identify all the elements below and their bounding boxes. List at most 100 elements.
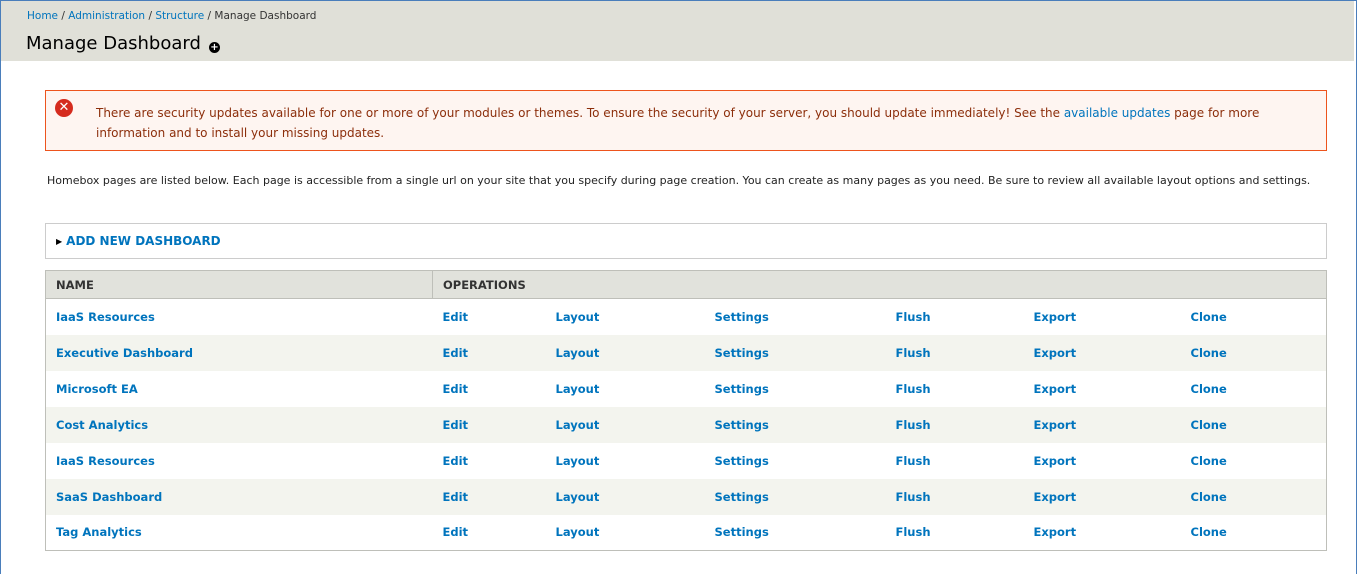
dashboard-name-link[interactable]: IaaS Resources bbox=[56, 310, 155, 324]
breadcrumb: Home / Administration / Structure / Mana… bbox=[27, 10, 316, 22]
clone-link[interactable]: Clone bbox=[1191, 346, 1227, 360]
operation-cell: Clone bbox=[1180, 442, 1327, 479]
dashboard-name-link[interactable]: SaaS Dashboard bbox=[56, 490, 162, 504]
breadcrumb-structure[interactable]: Structure bbox=[155, 10, 204, 22]
edit-link[interactable]: Edit bbox=[443, 346, 469, 360]
edit-link[interactable]: Edit bbox=[443, 382, 469, 396]
table-row: SaaS Dashboard Edit Layout Settings Flush Exp… bbox=[45, 478, 1327, 515]
breadcrumb-separator: / bbox=[207, 10, 212, 22]
operation-cell: Layout bbox=[545, 514, 705, 551]
add-new-dashboard-fieldset: ▶ ADD NEW DASHBOARD bbox=[45, 223, 1327, 259]
flush-link[interactable]: Flush bbox=[896, 490, 931, 504]
breadcrumb-separator: / bbox=[61, 10, 65, 22]
flush-link[interactable]: Flush bbox=[896, 525, 931, 539]
alert-text-before: There are security updates available for… bbox=[96, 106, 1064, 120]
operation-cell: Export bbox=[1023, 406, 1181, 443]
settings-link[interactable]: Settings bbox=[715, 346, 769, 360]
flush-link[interactable]: Flush bbox=[896, 418, 931, 432]
dashboard-name-cell: IaaS Resources bbox=[45, 298, 433, 335]
operation-cell: Clone bbox=[1180, 406, 1327, 443]
flush-link[interactable]: Flush bbox=[896, 454, 931, 468]
clone-link[interactable]: Clone bbox=[1191, 310, 1227, 324]
operation-cell: Clone bbox=[1180, 478, 1327, 515]
dashboard-table: NAME OPERATIONS IaaS Resources Edit Layout… bbox=[45, 270, 1327, 551]
operation-cell: Layout bbox=[545, 298, 705, 335]
export-link[interactable]: Export bbox=[1034, 525, 1077, 539]
dashboard-name-link[interactable]: Executive Dashboard bbox=[56, 346, 193, 360]
page-title: Manage Dashboard bbox=[26, 33, 201, 54]
operation-cell: Clone bbox=[1180, 370, 1327, 407]
operation-cell: Clone bbox=[1180, 334, 1327, 371]
flush-link[interactable]: Flush bbox=[896, 346, 931, 360]
layout-link[interactable]: Layout bbox=[556, 346, 600, 360]
settings-link[interactable]: Settings bbox=[715, 310, 769, 324]
operation-cell: Flush bbox=[885, 514, 1024, 551]
table-row: Microsoft EA Edit Layout Settings Flush Expor… bbox=[45, 370, 1327, 407]
settings-link[interactable]: Settings bbox=[715, 490, 769, 504]
clone-link[interactable]: Clone bbox=[1191, 525, 1227, 539]
layout-link[interactable]: Layout bbox=[556, 310, 600, 324]
layout-link[interactable]: Layout bbox=[556, 525, 600, 539]
operation-cell: Settings bbox=[704, 298, 886, 335]
settings-link[interactable]: Settings bbox=[715, 525, 769, 539]
edit-link[interactable]: Edit bbox=[443, 454, 469, 468]
export-link[interactable]: Export bbox=[1034, 454, 1077, 468]
dashboard-name-link[interactable]: Microsoft EA bbox=[56, 382, 138, 396]
operation-cell: Export bbox=[1023, 334, 1181, 371]
layout-link[interactable]: Layout bbox=[556, 454, 600, 468]
add-new-dashboard-toggle[interactable]: ▶ ADD NEW DASHBOARD bbox=[56, 234, 221, 248]
operation-cell: Export bbox=[1023, 298, 1181, 335]
export-link[interactable]: Export bbox=[1034, 310, 1077, 324]
clone-link[interactable]: Clone bbox=[1191, 382, 1227, 396]
operation-cell: Layout bbox=[545, 478, 705, 515]
export-link[interactable]: Export bbox=[1034, 490, 1077, 504]
clone-link[interactable]: Clone bbox=[1191, 418, 1227, 432]
edit-link[interactable]: Edit bbox=[443, 525, 469, 539]
settings-link[interactable]: Settings bbox=[715, 454, 769, 468]
add-shortcut-icon[interactable]: + bbox=[209, 42, 220, 53]
breadcrumb-administration[interactable]: Administration bbox=[68, 10, 145, 22]
clone-link[interactable]: Clone bbox=[1191, 490, 1227, 504]
dashboard-name-cell: Microsoft EA bbox=[45, 370, 433, 407]
collapse-triangle-icon: ▶ bbox=[56, 237, 63, 246]
operation-cell: Settings bbox=[704, 370, 886, 407]
operation-cell: Settings bbox=[704, 334, 886, 371]
operation-cell: Layout bbox=[545, 442, 705, 479]
table-row: Tag Analytics Edit Layout Settings Flush Expo… bbox=[45, 514, 1327, 551]
layout-link[interactable]: Layout bbox=[556, 490, 600, 504]
layout-link[interactable]: Layout bbox=[556, 418, 600, 432]
available-updates-link[interactable]: available updates bbox=[1064, 106, 1171, 120]
dashboard-name-cell: Tag Analytics bbox=[45, 514, 433, 551]
settings-link[interactable]: Settings bbox=[715, 382, 769, 396]
dashboard-name-link[interactable]: Tag Analytics bbox=[56, 525, 142, 539]
operation-cell: Flush bbox=[885, 370, 1024, 407]
column-header-operations: OPERATIONS bbox=[432, 270, 1327, 299]
edit-link[interactable]: Edit bbox=[443, 418, 469, 432]
edit-link[interactable]: Edit bbox=[443, 310, 469, 324]
breadcrumb-home[interactable]: Home bbox=[27, 10, 58, 22]
breadcrumb-separator: / bbox=[148, 10, 152, 22]
flush-link[interactable]: Flush bbox=[896, 382, 931, 396]
column-header-name: NAME bbox=[45, 270, 433, 299]
operation-cell: Flush bbox=[885, 478, 1024, 515]
operation-cell: Export bbox=[1023, 514, 1181, 551]
dashboard-name-link[interactable]: IaaS Resources bbox=[56, 454, 155, 468]
dashboard-name-link[interactable]: Cost Analytics bbox=[56, 418, 148, 432]
edit-link[interactable]: Edit bbox=[443, 490, 469, 504]
operation-cell: Edit bbox=[432, 514, 546, 551]
operation-cell: Edit bbox=[432, 442, 546, 479]
operation-cell: Export bbox=[1023, 370, 1181, 407]
operation-cell: Flush bbox=[885, 298, 1024, 335]
settings-link[interactable]: Settings bbox=[715, 418, 769, 432]
export-link[interactable]: Export bbox=[1034, 382, 1077, 396]
table-row: Cost Analytics Edit Layout Settings Flush Exp… bbox=[45, 406, 1327, 443]
flush-link[interactable]: Flush bbox=[896, 310, 931, 324]
operation-cell: Clone bbox=[1180, 298, 1327, 335]
table-header-row: NAME OPERATIONS bbox=[45, 270, 1327, 299]
export-link[interactable]: Export bbox=[1034, 346, 1077, 360]
alert-message: There are security updates available for… bbox=[96, 103, 1321, 143]
clone-link[interactable]: Clone bbox=[1191, 454, 1227, 468]
layout-link[interactable]: Layout bbox=[556, 382, 600, 396]
export-link[interactable]: Export bbox=[1034, 418, 1077, 432]
operation-cell: Flush bbox=[885, 334, 1024, 371]
